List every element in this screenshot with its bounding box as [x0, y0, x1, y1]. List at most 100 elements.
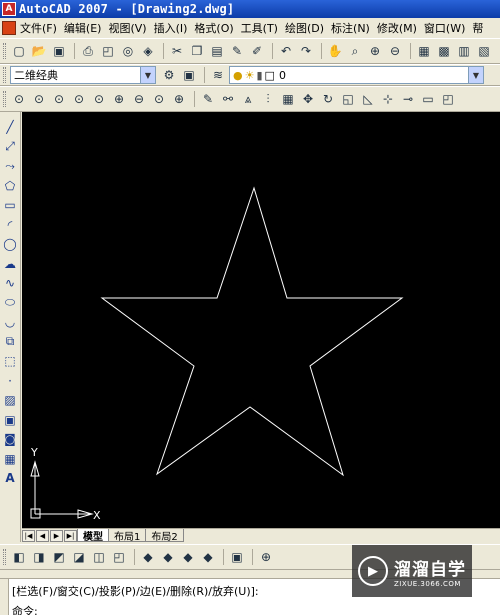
chevron-down-icon[interactable]: ▼: [140, 67, 155, 83]
join-icon[interactable]: ◰: [439, 90, 457, 108]
break-icon[interactable]: ▭: [419, 90, 437, 108]
iso-nw-icon[interactable]: ◆: [199, 548, 217, 566]
workspace-settings-icon[interactable]: ⚙: [160, 66, 178, 84]
zoom-window-icon[interactable]: ⊕: [366, 42, 384, 60]
mtext-icon[interactable]: A: [1, 469, 19, 487]
sheetset-icon[interactable]: ▧: [475, 42, 493, 60]
zoom-center-icon[interactable]: ⊙: [70, 90, 88, 108]
rectangle-icon[interactable]: ▭: [1, 196, 19, 214]
tab-layout1[interactable]: 布局1: [108, 529, 147, 543]
menu-view[interactable]: 视图(V): [108, 20, 153, 36]
extend-icon[interactable]: ⊸: [399, 90, 417, 108]
xline-icon[interactable]: ⤢: [1, 138, 19, 156]
preview-icon[interactable]: ◰: [99, 42, 117, 60]
zoom-all-icon[interactable]: ⊙: [150, 90, 168, 108]
menu-format[interactable]: 格式(O): [194, 20, 240, 36]
menu-window[interactable]: 窗口(W): [424, 20, 472, 36]
iso-se-icon[interactable]: ◆: [159, 548, 177, 566]
region-icon[interactable]: ◙: [1, 430, 19, 448]
paste-icon[interactable]: ▤: [208, 42, 226, 60]
undo-icon[interactable]: ↶: [277, 42, 295, 60]
zoom-object-icon[interactable]: ⊙: [90, 90, 108, 108]
toolbar-grip[interactable]: [3, 91, 6, 107]
layer-select[interactable]: ● ☀ ▮ □ 0 ▼: [229, 66, 484, 84]
camera-icon[interactable]: ▣: [228, 548, 246, 566]
make-block-icon[interactable]: ⬚: [1, 352, 19, 370]
layer-manager-icon[interactable]: ≋: [209, 66, 227, 84]
add-icon[interactable]: ⊕: [257, 548, 275, 566]
zoom-extents-icon[interactable]: ⊕: [170, 90, 188, 108]
gradient-icon[interactable]: ▣: [1, 411, 19, 429]
print-icon[interactable]: ⎙: [79, 42, 97, 60]
zoom-out-icon[interactable]: ⊖: [130, 90, 148, 108]
document-icon[interactable]: [2, 21, 16, 35]
hatch-icon[interactable]: ▨: [1, 391, 19, 409]
matchprop-icon[interactable]: ✎: [228, 42, 246, 60]
copy-icon[interactable]: ❐: [188, 42, 206, 60]
star-shape[interactable]: [100, 186, 404, 477]
last-tab-icon[interactable]: ▶|: [64, 529, 77, 542]
zoom-dynamic-icon[interactable]: ⊙: [30, 90, 48, 108]
brush-icon[interactable]: ✐: [248, 42, 266, 60]
zoom-window-icon[interactable]: ⊙: [10, 90, 28, 108]
table-icon[interactable]: ▦: [1, 450, 19, 468]
point-icon[interactable]: ·: [1, 372, 19, 390]
iso-ne-icon[interactable]: ◆: [179, 548, 197, 566]
zoom-realtime-icon[interactable]: ⌕: [346, 42, 364, 60]
view-right-icon[interactable]: ◪: [70, 548, 88, 566]
menu-draw[interactable]: 绘图(D): [285, 20, 331, 36]
iso-sw-icon[interactable]: ◆: [139, 548, 157, 566]
stretch-icon[interactable]: ◺: [359, 90, 377, 108]
pan-icon[interactable]: ✋: [326, 42, 344, 60]
toolbar-grip[interactable]: [3, 67, 6, 83]
spline-icon[interactable]: ∿: [1, 274, 19, 292]
tab-model[interactable]: 模型: [77, 529, 109, 543]
ellipse-icon[interactable]: ⬭: [1, 294, 19, 312]
drawing-canvas[interactable]: Y X: [22, 112, 500, 528]
line-icon[interactable]: ╱: [1, 118, 19, 136]
menu-edit[interactable]: 编辑(E): [64, 20, 109, 36]
polygon-icon[interactable]: ⬠: [1, 177, 19, 195]
view-back-icon[interactable]: ◰: [110, 548, 128, 566]
open-icon[interactable]: 📂: [30, 42, 48, 60]
view-front-icon[interactable]: ◫: [90, 548, 108, 566]
workspace-select[interactable]: 二维经典 ▼: [10, 66, 156, 84]
cut-icon[interactable]: ✂: [168, 42, 186, 60]
prev-tab-icon[interactable]: ◀: [36, 529, 49, 542]
autocad-app-icon[interactable]: A: [2, 2, 16, 16]
zoom-prev-icon[interactable]: ⊖: [386, 42, 404, 60]
menu-modify[interactable]: 修改(M): [377, 20, 424, 36]
array-icon[interactable]: ▦: [279, 90, 297, 108]
offset-icon[interactable]: ⫶: [259, 90, 277, 108]
toolbar-grip[interactable]: [3, 549, 6, 565]
chevron-down-icon[interactable]: ▼: [468, 67, 483, 83]
trim-icon[interactable]: ⊹: [379, 90, 397, 108]
save-icon[interactable]: ▣: [50, 42, 68, 60]
workspace-save-icon[interactable]: ▣: [180, 66, 198, 84]
menu-insert[interactable]: 插入(I): [154, 20, 195, 36]
menu-tools[interactable]: 工具(T): [241, 20, 285, 36]
copy-object-icon[interactable]: ⚯: [219, 90, 237, 108]
zoom-in-icon[interactable]: ⊕: [110, 90, 128, 108]
move-icon[interactable]: ✥: [299, 90, 317, 108]
first-tab-icon[interactable]: |◀: [22, 529, 35, 542]
publish-icon[interactable]: ◎: [119, 42, 137, 60]
redo-icon[interactable]: ↷: [297, 42, 315, 60]
arc-icon[interactable]: ◜: [1, 216, 19, 234]
designcenter-icon[interactable]: ▩: [435, 42, 453, 60]
menu-dimension[interactable]: 标注(N): [331, 20, 377, 36]
menu-file[interactable]: 文件(F): [20, 20, 64, 36]
insert-block-icon[interactable]: ⧉: [1, 333, 19, 351]
properties-icon[interactable]: ▦: [415, 42, 433, 60]
circle-icon[interactable]: ◯: [1, 235, 19, 253]
tab-layout2[interactable]: 布局2: [145, 529, 184, 543]
erase-icon[interactable]: ✎: [199, 90, 217, 108]
scale-icon[interactable]: ◱: [339, 90, 357, 108]
ellipse-arc-icon[interactable]: ◡: [1, 313, 19, 331]
revcloud-icon[interactable]: ☁: [1, 255, 19, 273]
view-left-icon[interactable]: ◩: [50, 548, 68, 566]
toolpalette-icon[interactable]: ▥: [455, 42, 473, 60]
plot-3d-icon[interactable]: ◈: [139, 42, 157, 60]
next-tab-icon[interactable]: ▶: [50, 529, 63, 542]
rotate-icon[interactable]: ↻: [319, 90, 337, 108]
